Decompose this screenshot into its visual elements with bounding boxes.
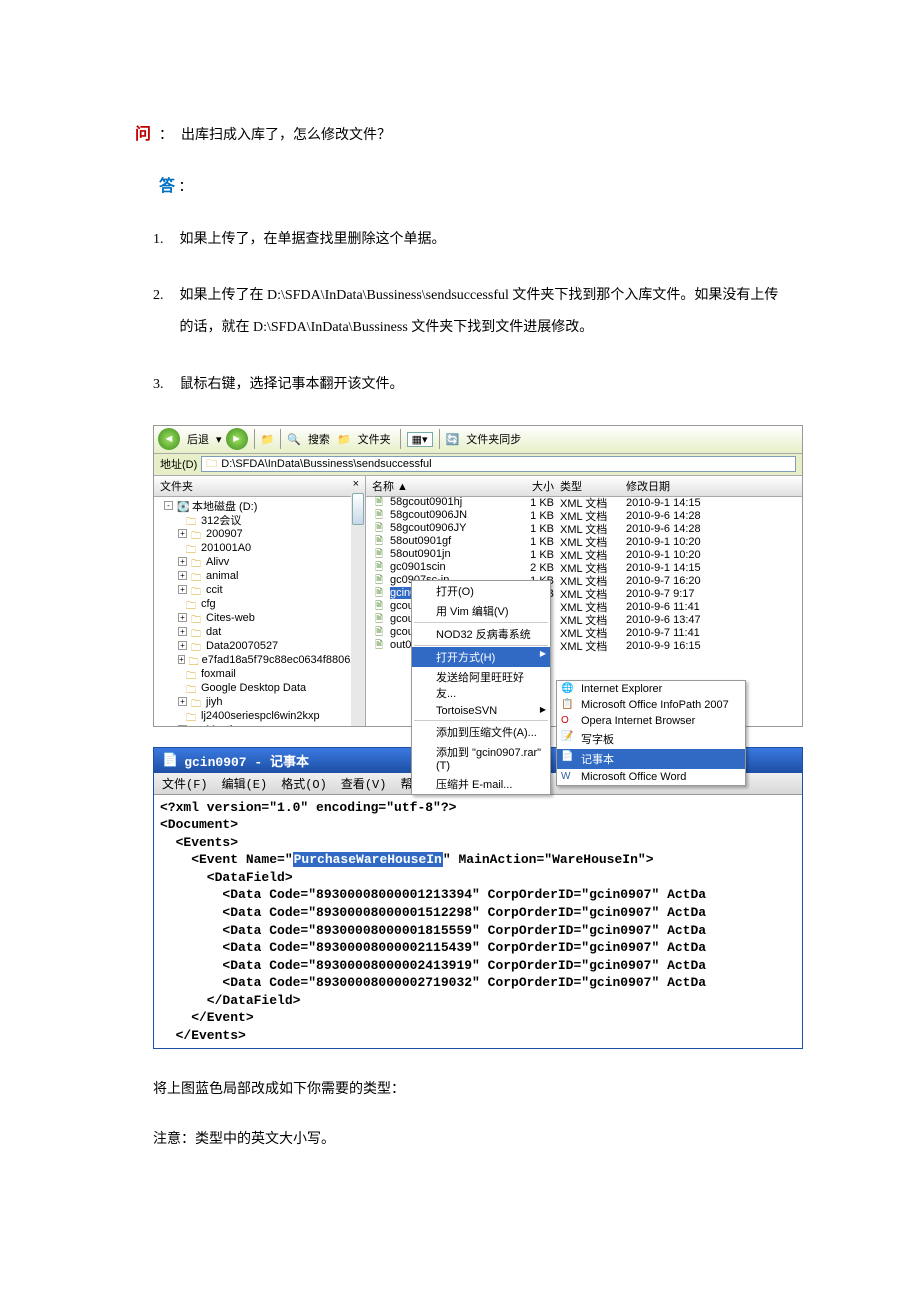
list-item: 2.如果上传了在 D:\SFDA\InData\Bussiness\sendsu… <box>153 280 785 344</box>
menu-view[interactable]: 查看(V) <box>341 775 387 792</box>
paragraph: 注意：类型中的英文大小写。 <box>153 1127 785 1152</box>
sub-wordpad[interactable]: 📝写字板 <box>557 729 745 749</box>
tree-node[interactable]: dat <box>206 626 221 638</box>
tree-node[interactable]: ccit <box>206 584 223 596</box>
ctx-zip-rar[interactable]: 添加到 "gcin0907.rar"(T) <box>412 742 550 774</box>
tree-node[interactable]: 201001A0 <box>201 542 251 554</box>
ie-icon: 🌐 <box>561 683 575 694</box>
menu-format[interactable]: 格式(O) <box>281 775 327 792</box>
scrollbar[interactable] <box>351 493 365 726</box>
col-size[interactable]: 大小 <box>526 478 560 494</box>
question-sep: ： <box>159 124 173 144</box>
notepad-body[interactable]: <?xml version="1.0" encoding="utf-8"?> <… <box>154 795 802 1049</box>
tree-node[interactable]: Cites-web <box>206 612 255 624</box>
tree-node[interactable]: 312会议 <box>201 512 241 528</box>
address-input[interactable]: 🗀 D:\SFDA\InData\Bussiness\sendsuccessfu… <box>201 456 796 472</box>
address-label: 地址(D) <box>160 456 197 472</box>
list-item: 1.如果上传了，在单据查找里删除这个单据。 <box>153 224 785 256</box>
wordpad-icon: 📝 <box>561 731 575 742</box>
ctx-open[interactable]: 打开(O) <box>412 581 550 601</box>
ctx-zip-mail[interactable]: 压缩并 E-mail... <box>412 774 550 794</box>
address-bar: 地址(D) 🗀 D:\SFDA\InData\Bussiness\sendsuc… <box>154 454 802 476</box>
sync-label[interactable]: 文件夹同步 <box>463 431 524 447</box>
question-line: 问 ： 出库扫成入库了，怎么修改文件？ <box>135 120 785 144</box>
tree-node[interactable]: Google Desktop Data <box>201 682 306 694</box>
tree-node[interactable]: e7fad18a5f79c88ec0634f880625308e <box>202 654 366 666</box>
file-list: 名称 ▲ 大小 类型 修改日期 58gcout0901hj1 KBXML 文档2… <box>366 476 802 726</box>
answer-sep: ： <box>179 180 193 195</box>
back-label[interactable]: 后退 <box>184 431 212 447</box>
answer-label: 答 <box>159 178 175 195</box>
tree-node[interactable]: Alivv <box>206 556 229 568</box>
folders-label[interactable]: 文件夹 <box>355 431 394 447</box>
tree-node[interactable]: cfg <box>201 598 216 610</box>
ctx-open-with[interactable]: 打开方式(H) <box>412 647 550 667</box>
file-icon <box>375 638 387 655</box>
tree-node[interactable]: jiyh <box>206 696 223 708</box>
folder-tree[interactable]: 文件夹 × -本地磁盘 (D:) 312会议 +200907 201001A0 … <box>154 476 366 726</box>
explorer-toolbar: ◄ 后退 ▾ ► 📁 🔍 搜索 📁 文件夹 ▦▾ 🔄 文件夹同步 <box>154 426 802 454</box>
close-icon[interactable]: × <box>353 478 359 494</box>
tree-node[interactable]: animal <box>206 570 238 582</box>
explorer-window: ◄ 后退 ▾ ► 📁 🔍 搜索 📁 文件夹 ▦▾ 🔄 文件夹同步 地址(D) 🗀… <box>153 425 803 727</box>
tree-node[interactable]: 200907 <box>206 528 243 540</box>
context-menu: 打开(O) 用 Vim 编辑(V) NOD32 反病毒系统 打开方式(H) 发送… <box>411 580 551 795</box>
question-label: 问 <box>135 120 151 144</box>
ctx-aliww[interactable]: 发送给阿里旺旺好友... <box>412 667 550 703</box>
selected-text: PurchaseWareHouseIn <box>293 852 443 867</box>
folders-icon[interactable]: 📁 <box>337 433 351 446</box>
sub-notepad[interactable]: 📄记事本 <box>557 749 745 769</box>
sync-icon[interactable]: 🔄 <box>446 433 460 446</box>
list-item: 3.鼠标右键，选择记事本翻开该文件。 <box>153 369 785 401</box>
back-icon[interactable]: ◄ <box>158 428 180 450</box>
col-date[interactable]: 修改日期 <box>626 478 802 494</box>
menu-edit[interactable]: 编辑(E) <box>222 775 268 792</box>
ctx-nod32[interactable]: NOD32 反病毒系统 <box>412 624 550 644</box>
tree-node[interactable]: foxmail <box>201 668 236 680</box>
opera-icon: O <box>561 715 575 726</box>
word-icon: W <box>561 771 575 782</box>
question-text: 出库扫成入库了，怎么修改文件？ <box>181 124 391 144</box>
answer-line: 答 ： <box>159 172 785 196</box>
views-icon[interactable]: ▦▾ <box>407 432 433 447</box>
col-name[interactable]: 名称 ▲ <box>366 478 526 494</box>
search-label[interactable]: 搜索 <box>305 431 333 447</box>
folder-icon: 🗀 <box>206 455 217 474</box>
notepad-icon: 📄 <box>561 751 575 762</box>
sub-opera[interactable]: OOpera Internet Browser <box>557 713 745 729</box>
ctx-svn[interactable]: TortoiseSVN <box>412 703 550 719</box>
tree-node[interactable]: Data20070527 <box>206 640 278 652</box>
sub-infopath[interactable]: 📋Microsoft Office InfoPath 2007 <box>557 697 745 713</box>
answer-list: 1.如果上传了，在单据查找里删除这个单据。 2.如果上传了在 D:\SFDA\I… <box>153 224 785 401</box>
forward-icon[interactable]: ► <box>226 428 248 450</box>
ctx-vim[interactable]: 用 Vim 编辑(V) <box>412 601 550 621</box>
sub-word[interactable]: WMicrosoft Office Word <box>557 769 745 785</box>
infopath-icon: 📋 <box>561 699 575 710</box>
paragraph: 将上图蓝色局部改成如下你需要的类型： <box>153 1077 785 1102</box>
col-type[interactable]: 类型 <box>560 478 626 494</box>
up-icon[interactable]: 📁 <box>261 433 275 446</box>
open-with-submenu: 🌐Internet Explorer 📋Microsoft Office Inf… <box>556 680 746 786</box>
tree-node[interactable]: Maxthon <box>206 724 248 726</box>
search-icon[interactable]: 🔍 <box>287 433 301 446</box>
sub-ie[interactable]: 🌐Internet Explorer <box>557 681 745 697</box>
ctx-zip-add[interactable]: 添加到压缩文件(A)... <box>412 722 550 742</box>
tree-node[interactable]: lj2400seriespcl6win2kxp <box>201 710 320 722</box>
notepad-icon: 📄 <box>162 753 178 768</box>
tree-header: 文件夹 × <box>154 476 365 497</box>
menu-file[interactable]: 文件(F) <box>162 775 208 792</box>
